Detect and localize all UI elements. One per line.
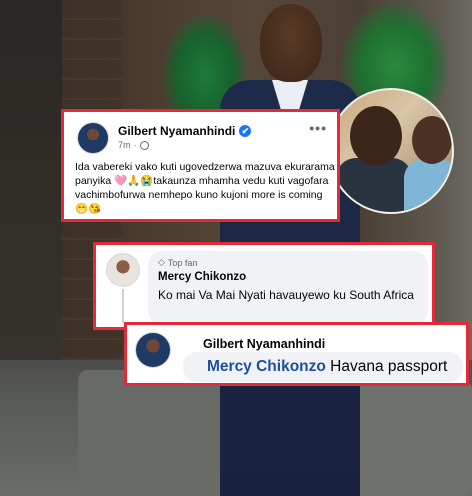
avatar[interactable]: [77, 122, 109, 154]
inset-man: [336, 158, 412, 212]
reply-text: Mercy Chikonzo Havana passport: [207, 358, 447, 376]
thread-line: [122, 289, 124, 323]
comment-bubble: ◇ Top fan Mercy Chikonzo Ko mai Va Mai N…: [148, 251, 428, 325]
reply-bubble: Mercy Chikonzo Havana passport: [183, 352, 463, 382]
avatar[interactable]: [135, 332, 171, 368]
inset-man-head: [350, 106, 402, 166]
avatar[interactable]: [106, 253, 140, 287]
inset-woman: [404, 160, 452, 212]
post-time[interactable]: 7m: [118, 140, 131, 150]
head: [260, 4, 322, 82]
inset-couple-photo: [328, 88, 454, 214]
comment-card: ◇ Top fan Mercy Chikonzo Ko mai Va Mai N…: [93, 242, 435, 330]
diamond-icon: ◇: [158, 257, 165, 267]
meta-separator: ·: [133, 140, 137, 150]
top-fan-label: Top fan: [167, 257, 198, 268]
post-text: Ida vabereki vako kuti ugovedzerwa mazuv…: [75, 161, 335, 215]
reply-author[interactable]: Gilbert Nyamanhindi: [203, 337, 325, 351]
post-meta: 7m ·: [118, 140, 149, 150]
post-author[interactable]: Gilbert Nyamanhindi ✔: [118, 124, 252, 138]
top-fan-badge: ◇ Top fan: [158, 257, 197, 268]
comment-author[interactable]: Mercy Chikonzo: [158, 271, 246, 283]
comment-text: Ko mai Va Mai Nyati havauyewo ku South A…: [158, 288, 414, 302]
post-card: Gilbert Nyamanhindi ✔ 7m · ••• Ida vaber…: [61, 109, 340, 222]
reply-message: Havana passport: [330, 358, 448, 375]
more-options-icon[interactable]: •••: [309, 120, 327, 136]
author-name[interactable]: Gilbert Nyamanhindi: [118, 124, 235, 138]
mention-link[interactable]: Mercy Chikonzo: [207, 358, 326, 375]
inset-woman-head: [412, 116, 452, 164]
reply-card: Gilbert Nyamanhindi Mercy Chikonzo Havan…: [124, 322, 469, 386]
verified-badge-icon: ✔: [239, 125, 252, 137]
globe-icon: [139, 140, 149, 150]
